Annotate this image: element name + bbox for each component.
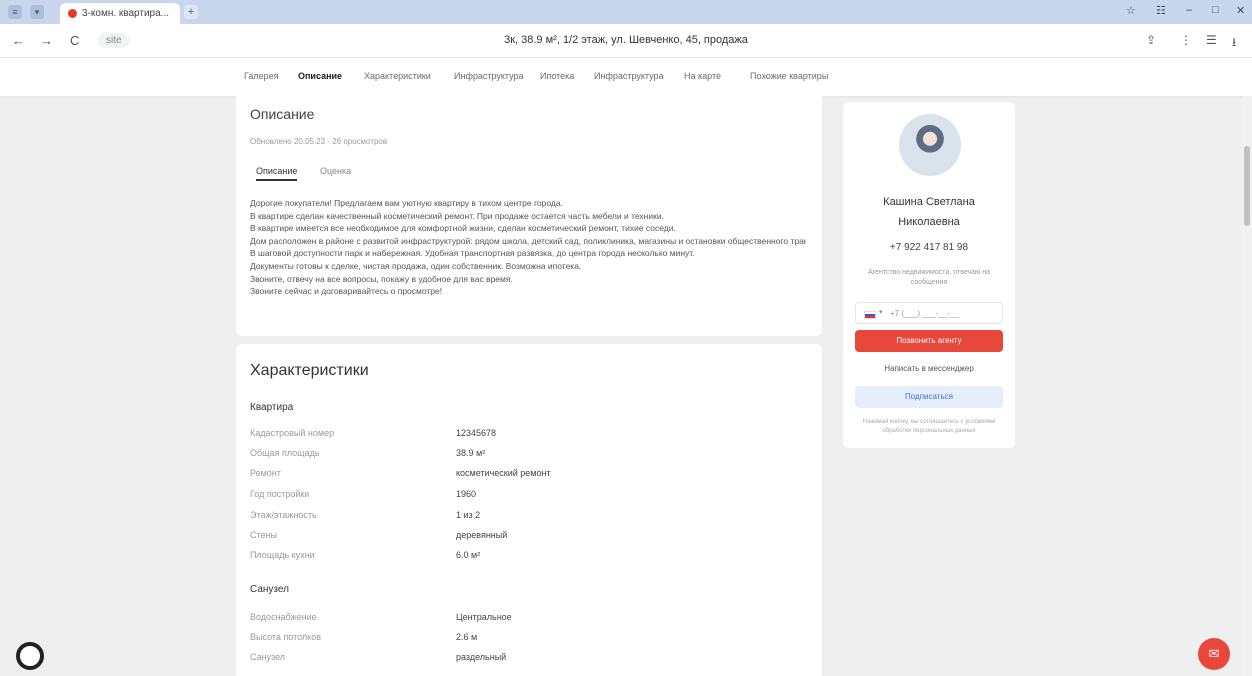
chevron-down-icon[interactable]: ▾ — [879, 308, 883, 316]
section-nav-gallery[interactable]: Галерея — [244, 71, 279, 81]
new-tab-button[interactable]: + — [184, 5, 198, 19]
description-text: Дорогие покупатели! Предлагаем вам уютну… — [250, 197, 806, 298]
browser-tab-bar: ≡ ▾ 3-комн. квартира... + ☆ ☷ – □ ✕ — [0, 0, 1252, 24]
avatar — [899, 114, 961, 176]
agent-card: Кашина Светлана Николаевна +7 922 417 81… — [843, 102, 1015, 448]
char-value: 2.6 м — [456, 632, 478, 642]
close-icon[interactable]: ✕ — [1236, 4, 1245, 17]
browser-menu-icon[interactable]: ≡ — [8, 5, 22, 19]
characteristics-card: Характеристики Квартира Кадастровый номе… — [236, 344, 822, 676]
page-scrollbar[interactable] — [1242, 96, 1252, 676]
subscribe-button[interactable]: Подписаться — [855, 386, 1003, 408]
minimize-icon[interactable]: – — [1186, 4, 1192, 16]
characteristics-title: Характеристики — [250, 362, 369, 379]
accessibility-ring-icon[interactable] — [16, 642, 44, 670]
char-label: Санузел — [250, 652, 286, 662]
sidebar-icon[interactable]: ☰ — [1206, 33, 1217, 47]
section-title-apartment: Квартира — [250, 402, 294, 413]
russia-flag-icon — [864, 311, 876, 319]
description-line: Звоните сейчас и договаривайтесь о просм… — [250, 286, 443, 297]
char-label: Площадь кухни — [250, 550, 315, 560]
description-line: В квартире имеется все необходимое для к… — [250, 223, 676, 234]
description-meta: Обновлено 20.05.23 · 26 просмотров — [250, 137, 388, 146]
agent-name-line2: Николаевна — [898, 216, 960, 228]
char-value: раздельный — [456, 652, 507, 662]
char-value: 6.0 м² — [456, 550, 481, 560]
tab-description[interactable]: Описание — [256, 166, 298, 181]
share-icon[interactable]: ⇪ — [1146, 33, 1156, 47]
char-value: Центральное — [456, 612, 512, 622]
char-label: Этаж/этажность — [250, 510, 317, 520]
tab-rating[interactable]: Оценка — [320, 166, 351, 176]
section-nav-mortgage[interactable]: Ипотека — [540, 71, 574, 81]
section-nav-infrastructure[interactable]: Инфраструктура — [454, 71, 524, 81]
char-value: 1 из 2 — [456, 510, 481, 520]
tab-title: 3-комн. квартира... — [82, 8, 169, 19]
agent-phone[interactable]: +7 922 417 81 98 — [843, 242, 1015, 253]
description-line: Дом расположен в районе с развитой инфра… — [250, 235, 806, 246]
call-agent-button[interactable]: Позвонить агенту — [855, 330, 1003, 352]
char-label: Стены — [250, 530, 277, 540]
agent-name-line1: Кашина Светлана — [883, 196, 975, 208]
section-nav-description[interactable]: Описание — [298, 71, 342, 81]
description-line: В шаговой доступности парк и набережная.… — [250, 248, 695, 259]
write-messenger-button[interactable]: Написать в мессенджер — [855, 358, 1003, 380]
char-value: косметический ремонт — [456, 468, 551, 478]
chat-bubble-icon[interactable]: ✉ — [1198, 638, 1230, 670]
phone-input-placeholder: +7 (___) ___-__-__ — [890, 309, 959, 318]
section-nav-map[interactable]: На карте — [684, 71, 721, 81]
description-line: В квартире сделан качественный косметиче… — [250, 210, 664, 221]
scrollbar-thumb[interactable] — [1244, 146, 1250, 226]
description-line: Звоните, отвечу на все вопросы, покажу в… — [250, 273, 513, 284]
legal-note: Нажимая кнопку, вы соглашаетесь с услови… — [862, 419, 996, 434]
maximize-icon[interactable]: □ — [1212, 4, 1219, 16]
download-icon[interactable]: ⭳ — [1232, 33, 1236, 54]
section-nav-characteristics[interactable]: Характеристики — [364, 71, 431, 81]
address-bar: ← → C site 3к, 38.9 м², 1/2 этаж, ул. Ше… — [0, 24, 1252, 58]
url-text[interactable]: 3к, 38.9 м², 1/2 этаж, ул. Шевченко, 45,… — [0, 34, 1252, 46]
tab-list-icon[interactable]: ▾ — [30, 5, 44, 19]
char-value: 12345678 — [456, 428, 497, 438]
char-value: деревянный — [456, 530, 508, 540]
menu-icon[interactable]: ⋮ — [1180, 33, 1192, 47]
description-line: Дорогие покупатели! Предлагаем вам уютну… — [250, 198, 563, 208]
extensions-icon[interactable]: ☷ — [1156, 4, 1166, 17]
char-label: Год постройки — [250, 489, 310, 499]
browser-tab[interactable]: 3-комн. квартира... — [60, 3, 180, 24]
char-label: Водоснабжение — [250, 612, 317, 622]
char-value: 1960 — [456, 489, 477, 499]
description-line: Документы готовы к сделке, чистая продаж… — [250, 260, 582, 271]
description-card: Описание Обновлено 20.05.23 · 26 просмот… — [236, 96, 822, 336]
char-value: 38.9 м² — [456, 448, 486, 458]
phone-input[interactable]: ▾ +7 (___) ___-__-__ — [855, 302, 1003, 324]
section-nav: Галерея Описание Характеристики Инфрастр… — [0, 58, 1252, 96]
char-label: Общая площадь — [250, 448, 320, 458]
section-nav-infrastructure-2[interactable]: Инфраструктура — [594, 71, 664, 81]
site-favicon-icon — [68, 9, 77, 18]
description-title: Описание — [250, 106, 315, 122]
section-title-bathroom: Санузел — [250, 584, 289, 595]
char-label: Кадастровый номер — [250, 428, 335, 438]
bookmark-icon[interactable]: ☆ — [1126, 4, 1136, 17]
section-nav-similar[interactable]: Похожие квартиры — [750, 71, 828, 81]
char-label: Высота потолков — [250, 632, 321, 642]
char-label: Ремонт — [250, 468, 281, 478]
agent-note: Агентство недвижимости, отвечаю на сообщ… — [867, 269, 990, 286]
